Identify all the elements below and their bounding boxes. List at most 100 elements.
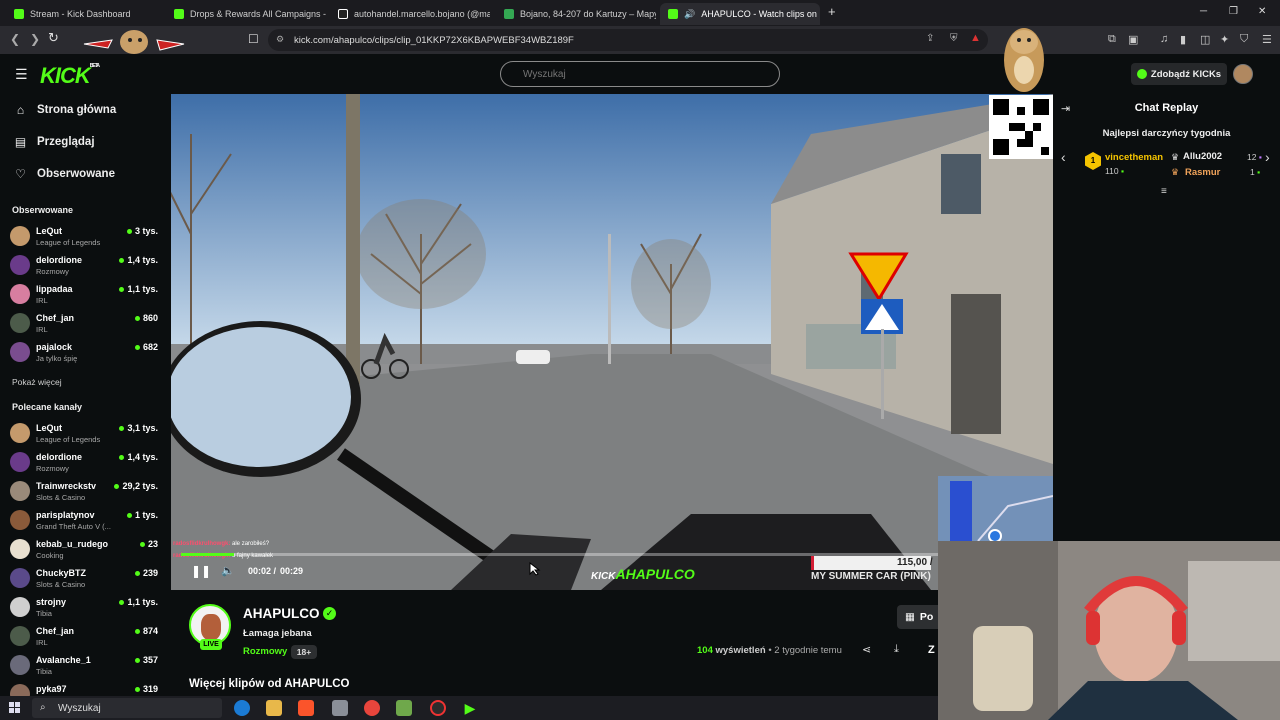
viewer-count: 1,1 tys. <box>119 284 158 294</box>
chat-filter-icon[interactable]: ≡ <box>1161 186 1167 197</box>
volume-icon[interactable]: 🔈 <box>221 564 235 577</box>
time-current: 00:02 / <box>248 566 276 576</box>
nav-browse-label: Przeglądaj <box>37 136 95 148</box>
browser-tab[interactable]: autohandel.marcello.bojano (@marc <box>330 3 490 25</box>
menu-icon[interactable]: ☰ <box>1262 33 1272 46</box>
extensions-icon[interactable]: ⧉ <box>1108 33 1116 46</box>
channel-category: League of Legends <box>36 238 101 247</box>
share-page-icon[interactable]: ⇪ <box>926 33 934 44</box>
gifter-amount: 1 ▪ <box>1250 167 1260 177</box>
channel-avatar <box>10 452 30 472</box>
url-field[interactable]: ⚙ kick.com/ahapulco/clips/clip_01KKP72X6… <box>268 29 988 51</box>
kick-app-icon[interactable]: ▶ <box>462 700 478 716</box>
channel-row[interactable]: delordione Rozmowy 1,4 tys. <box>10 450 162 476</box>
progress-bar[interactable] <box>181 553 941 556</box>
channel-avatar <box>10 481 30 501</box>
rewards-icon[interactable]: ▲ <box>970 32 981 44</box>
nav-browse[interactable]: ▤ Przeglądaj <box>14 135 95 149</box>
search-input[interactable] <box>500 61 780 87</box>
next-arrow-icon[interactable]: › <box>1265 149 1270 165</box>
channel-row[interactable]: Avalanche_1 Tibia 357 <box>10 653 162 679</box>
gifter-name[interactable]: Allu2002 <box>1183 151 1222 162</box>
edge-icon[interactable] <box>234 700 250 716</box>
show-more-link[interactable]: Pokaż więcej <box>12 377 62 387</box>
reload-icon[interactable]: ↻ <box>48 30 59 46</box>
browser-tab[interactable]: Bojano, 84-207 do Kartuzy – Mapy G <box>496 3 656 25</box>
game-icon[interactable] <box>396 700 412 716</box>
close-window-icon[interactable]: ✕ <box>1258 6 1266 17</box>
shields-icon[interactable]: ⛨ <box>950 33 958 44</box>
channel-row[interactable]: ChuckyBTZ Slots & Casino 239 <box>10 566 162 592</box>
vpn-icon[interactable]: ⛉ <box>1240 33 1248 46</box>
browser-tab[interactable]: Stream - Kick Dashboard <box>6 3 166 25</box>
crown-icon: ♛ <box>1171 152 1180 162</box>
channel-row[interactable]: LeQut League of Legends 3,1 tys. <box>10 421 162 447</box>
new-tab-icon[interactable]: + <box>828 4 836 19</box>
nav-home[interactable]: ⌂ Strona główna <box>14 103 116 117</box>
file-explorer-icon[interactable] <box>266 700 282 716</box>
minimize-icon[interactable]: ─ <box>1200 6 1207 17</box>
channel-row[interactable]: pyka97 319 <box>10 682 162 696</box>
share-icon[interactable]: ⋖ <box>862 643 871 656</box>
browser-tab[interactable]: Drops & Rewards All Campaigns - Ki <box>166 3 326 25</box>
windows-start-icon[interactable] <box>9 702 21 714</box>
channel-row[interactable]: delordione Rozmowy 1,4 tys. <box>10 253 162 279</box>
channel-row[interactable]: strojny Tibia 1,1 tys. <box>10 595 162 621</box>
browser-tab-active[interactable]: 🔊 AHAPULCO - Watch clips on K ✕ <box>660 3 820 25</box>
channel-row[interactable]: pajalock Ja tylko śpię 682 <box>10 340 162 366</box>
app-icon[interactable] <box>332 700 348 716</box>
brave-icon[interactable] <box>298 700 314 716</box>
bookmark-icon[interactable]: ☐ <box>248 32 259 46</box>
z-button[interactable]: Z <box>928 644 935 656</box>
sidebar-toggle-icon[interactable]: ▮ <box>1180 33 1186 46</box>
heart-icon: ♡ <box>15 167 26 181</box>
channel-row[interactable]: Trainwreckstv Slots & Casino 29,2 tys. <box>10 479 162 505</box>
viewer-count: 1,4 tys. <box>119 255 158 265</box>
gifter-amount: 12 ▪ <box>1247 152 1262 162</box>
video-player[interactable]: radosflidkrulhowgk: ale zarobiłeś? rados… <box>171 94 1053 590</box>
media-icon[interactable]: ♫ <box>1160 33 1168 45</box>
site-info-icon[interactable]: ⚙ <box>276 34 284 45</box>
hamburger-menu-icon[interactable]: ☰ <box>15 66 28 83</box>
clip-category-link[interactable]: Rozmowy <box>243 646 287 657</box>
channel-name: lippadaa <box>36 284 73 294</box>
taskbar-search[interactable]: ⌕ Wyszukaj <box>32 698 222 718</box>
restore-icon[interactable]: ❐ <box>1229 6 1238 17</box>
taskbar-search-placeholder: Wyszukaj <box>58 702 101 714</box>
gifter-name[interactable]: Rasmur <box>1185 167 1220 178</box>
channel-row[interactable]: lippadaa IRL 1,1 tys. <box>10 282 162 308</box>
channel-row[interactable]: Chef_jan IRL 874 <box>10 624 162 650</box>
download-icon[interactable]: ⤓ <box>894 643 899 656</box>
prev-arrow-icon[interactable]: ‹ <box>1061 149 1066 165</box>
channel-name[interactable]: AHAPULCO <box>243 606 320 621</box>
wallet-icon[interactable]: ▣ <box>1128 33 1138 46</box>
channel-category: Rozmowy <box>36 464 69 473</box>
pause-icon[interactable]: ❚❚ <box>191 564 211 578</box>
channel-row[interactable]: Chef_jan IRL 860 <box>10 311 162 337</box>
maps-favicon-icon <box>504 9 514 19</box>
wallet-2-icon[interactable]: ◫ <box>1200 33 1210 46</box>
channel-avatar <box>10 342 30 362</box>
channel-row[interactable]: kebab_u_rudego Cooking 23 <box>10 537 162 563</box>
nav-home-label: Strona główna <box>37 104 117 116</box>
gift-icon: ▦ <box>905 611 915 623</box>
kick-favicon-icon <box>14 9 24 19</box>
leo-ai-icon[interactable]: ✦ <box>1220 33 1229 46</box>
channel-row[interactable]: LeQut League of Legends 3 tys. <box>10 224 162 250</box>
windows-taskbar: ⌕ Wyszukaj ▶ <box>0 696 938 720</box>
get-kicks-button[interactable]: Zdobądź KICKs <box>1131 63 1227 85</box>
gifter-name[interactable]: vincetheman <box>1105 152 1163 163</box>
user-avatar[interactable] <box>1233 64 1253 84</box>
time-current-value: 00:02 <box>248 566 272 576</box>
kick-favicon-icon <box>668 9 678 19</box>
nav-following[interactable]: ♡ Obserwowane <box>14 167 115 181</box>
home-icon: ⌂ <box>16 103 25 117</box>
back-icon[interactable]: ❮ <box>10 32 20 46</box>
forward-icon[interactable]: ❯ <box>30 32 40 46</box>
live-badge: LIVE <box>200 639 222 650</box>
channel-row[interactable]: parisplatynov Grand Theft Auto V (... 1 ty… <box>10 508 162 534</box>
chrome-icon[interactable] <box>364 700 380 716</box>
channel-avatar <box>10 539 30 559</box>
obs-icon[interactable] <box>430 700 446 716</box>
kick-logo[interactable]: KICKBETA <box>40 63 100 89</box>
